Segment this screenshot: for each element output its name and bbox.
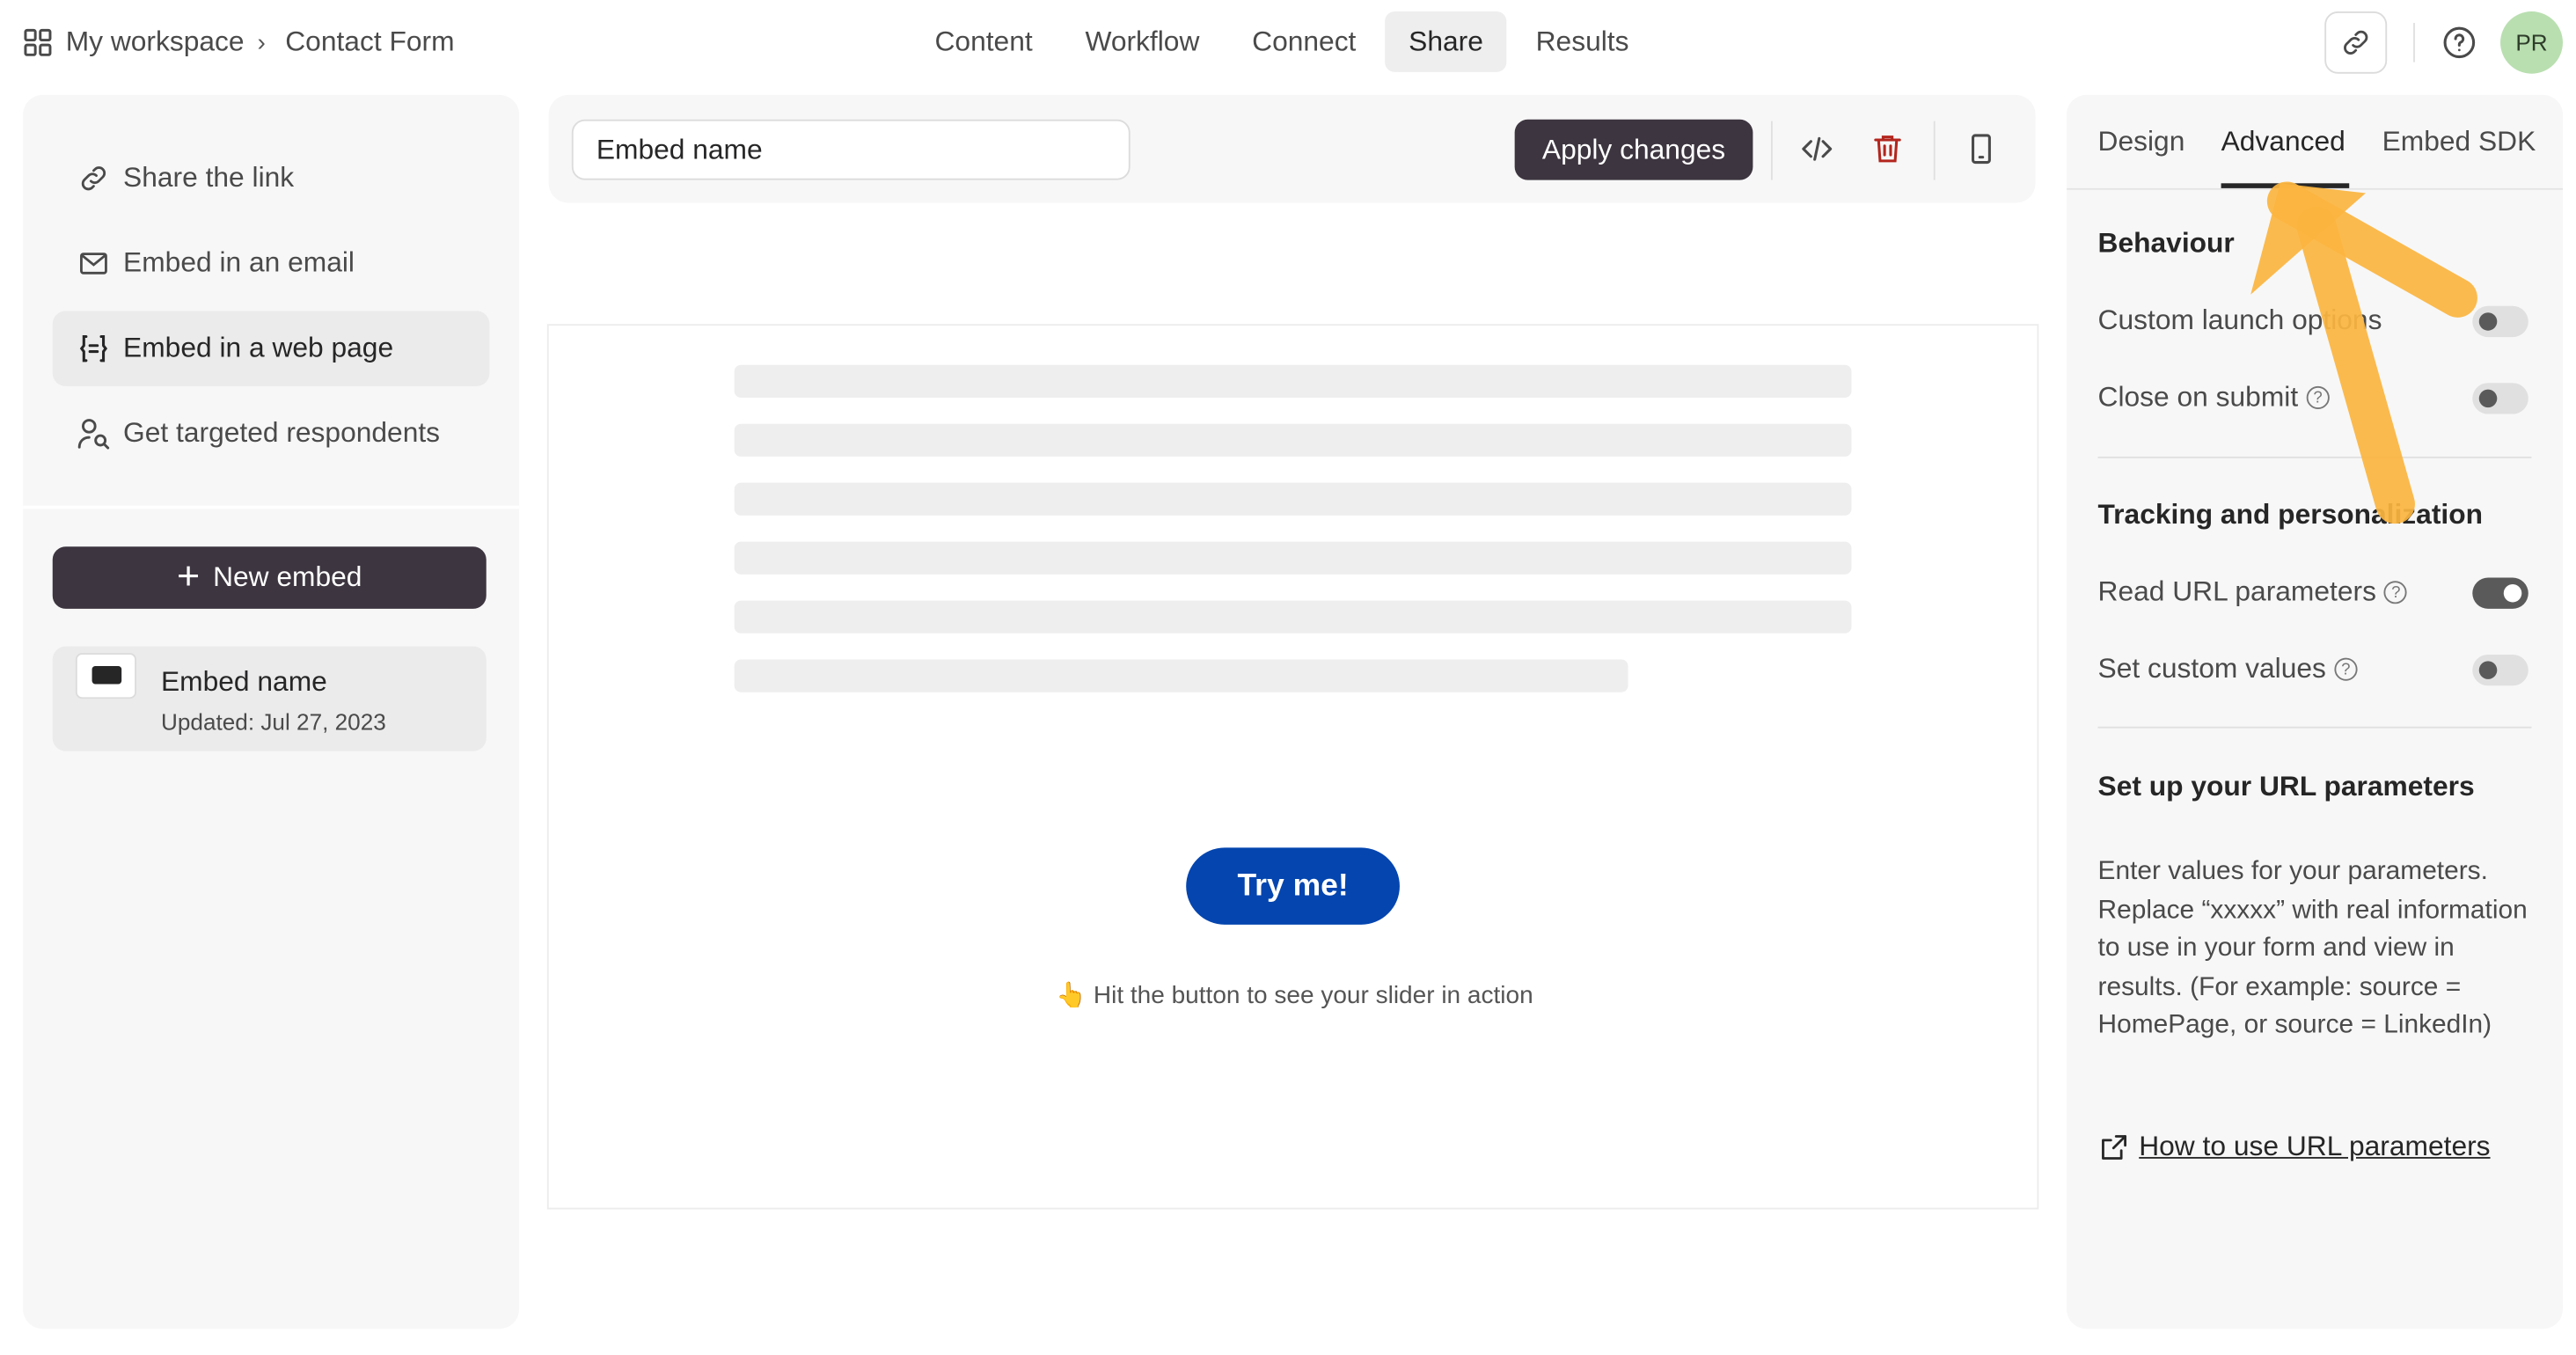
sidebar-item-label: Embed in an email [123,246,355,279]
info-icon[interactable]: ? [2384,581,2408,604]
custom-launch-label: Custom launch options [2097,304,2382,336]
new-embed-label: New embed [213,560,362,593]
toolbar-divider [1770,121,1773,180]
toolbar-divider [2413,23,2415,62]
share-sidebar: Share the link Embed in an email Embed i… [23,94,520,1329]
read-url-row: Read URL parameters ? [2098,575,2532,614]
read-url-label-wrap: Read URL parameters ? [2098,576,2408,609]
sidebar-item-label: Get targeted respondents [123,417,441,449]
help-icon[interactable] [2441,25,2477,61]
section-divider [2097,726,2532,729]
chevron-right-icon: › [257,28,266,57]
custom-values-row: Set custom values ? [2098,651,2532,691]
toolbar-divider [1933,121,1936,180]
main-nav: Content Workflow Connect Share Results [911,11,1651,72]
sidebar-item-label: Share the link [123,162,295,194]
custom-values-label: Set custom values [2097,653,2326,685]
info-icon[interactable]: ? [2334,657,2358,681]
copy-link-button[interactable] [2324,11,2388,74]
tab-share[interactable]: Share [1386,11,1507,72]
sidebar-item-share-link[interactable]: Share the link [53,141,490,216]
read-url-toggle[interactable] [2472,577,2528,609]
placeholder-line [734,659,1628,692]
apply-changes-button[interactable]: Apply changes [1514,119,1753,180]
custom-values-toggle[interactable] [2472,654,2528,686]
tab-design[interactable]: Design [2098,126,2185,158]
top-bar: My workspace › Contact Form Content Work… [0,0,2576,85]
link-icon [2344,30,2368,55]
placeholder-line [734,364,1852,398]
tracking-heading: Tracking and personalization [2097,499,2484,531]
tab-content[interactable]: Content [911,11,1055,72]
sidebar-item-label: Embed in a web page [123,332,394,363]
custom-values-label-wrap: Set custom values ? [2098,653,2358,685]
external-link-icon [2102,1134,2126,1159]
close-on-submit-label-wrap: Close on submit ? [2098,381,2330,414]
close-on-submit-row: Close on submit ? [2098,379,2532,419]
new-embed-button[interactable]: + New embed [52,546,487,609]
top-right-actions: PR [2324,11,2563,74]
url-params-help-label: How to use URL parameters [2139,1131,2491,1162]
sidebar-item-web-page[interactable]: Embed in a web page [52,311,490,386]
embed-code-icon [76,331,112,367]
settings-tabs: Design Advanced Embed SDK [2067,95,2563,190]
breadcrumb-form[interactable]: Contact Form [285,26,454,59]
tab-connect[interactable]: Connect [1229,11,1379,72]
sidebar-item-respondents[interactable]: Get targeted respondents [53,396,490,472]
url-params-description: Enter values for your parameters. Replac… [2097,857,2528,1040]
link-icon [76,160,112,196]
plus-icon: + [176,554,201,599]
tab-embed-sdk[interactable]: Embed SDK [2382,126,2536,158]
custom-launch-row: Custom launch options [2098,303,2532,342]
code-icon[interactable] [1797,129,1837,169]
mail-icon [76,245,112,282]
active-tab-indicator [2221,183,2350,188]
behaviour-heading: Behaviour [2097,227,2235,259]
workspace-grid-icon[interactable] [23,28,53,57]
placeholder-line [734,600,1852,634]
try-me-button[interactable]: Try me! [1186,847,1400,925]
section-divider [2097,456,2532,458]
preview-hint: 👆 Hit the button to see your slider in a… [1056,981,1533,1010]
url-params-help-link[interactable]: How to use URL parameters [2098,1131,2491,1163]
embed-thumbnail-icon [75,653,136,699]
placeholder-line [734,423,1852,457]
avatar[interactable]: PR [2500,11,2563,74]
embed-item-updated: Updated: Jul 27, 2023 [160,708,386,736]
trash-icon[interactable] [1868,129,1907,169]
embed-name-input[interactable] [571,119,1131,180]
close-on-submit-label: Close on submit [2097,381,2299,413]
settings-panel: Design Advanced Embed SDK Behaviour Cust… [2067,94,2563,1329]
tab-results[interactable]: Results [1512,11,1651,72]
embed-toolbar: Apply changes [548,94,2036,203]
sidebar-item-email[interactable]: Embed in an email [53,226,490,302]
embed-item-name: Embed name [160,665,327,698]
breadcrumb: My workspace › Contact Form [23,23,455,62]
embed-preview: Try me! 👆 Hit the button to see your sli… [546,324,2039,1210]
placeholder-line [734,482,1852,516]
read-url-label: Read URL parameters [2097,575,2376,608]
url-params-heading: Set up your URL parameters [2097,771,2475,802]
sidebar-divider [23,505,520,509]
placeholder-line [734,541,1852,575]
respondents-icon [76,415,112,451]
tab-advanced[interactable]: Advanced [2221,126,2345,158]
embed-list-item[interactable]: Embed name Updated: Jul 27, 2023 [52,646,487,751]
breadcrumb-workspace[interactable]: My workspace [66,26,245,59]
tab-workflow[interactable]: Workflow [1062,11,1222,72]
mobile-preview-icon[interactable] [1962,129,2002,169]
info-icon[interactable]: ? [2306,385,2330,409]
custom-launch-toggle[interactable] [2472,305,2528,338]
close-on-submit-toggle[interactable] [2472,383,2528,414]
